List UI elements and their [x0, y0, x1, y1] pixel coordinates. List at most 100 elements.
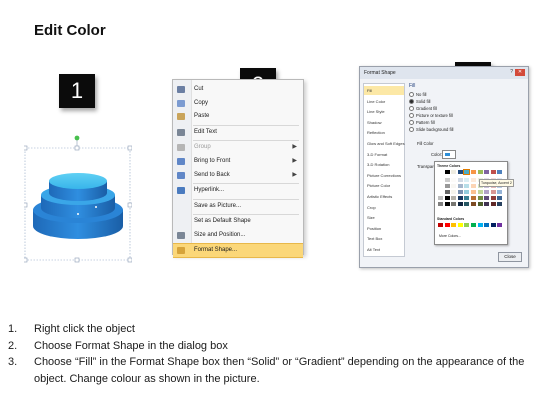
radio-button-icon[interactable]: [409, 106, 414, 112]
color-swatch[interactable]: [463, 169, 471, 175]
color-swatch[interactable]: [444, 170, 450, 174]
standard-color-swatch[interactable]: [477, 223, 483, 227]
sidebar-item-picture-color[interactable]: Picture Color: [364, 181, 404, 190]
color-swatch[interactable]: [497, 196, 503, 200]
color-swatch[interactable]: [464, 190, 470, 194]
color-swatch[interactable]: [471, 184, 476, 188]
color-swatch[interactable]: [484, 170, 490, 174]
color-swatch[interactable]: [451, 190, 457, 194]
sidebar-item-line-color[interactable]: Line Color: [364, 97, 404, 106]
menu-item-format-shape[interactable]: Format Shape...: [173, 242, 303, 258]
standard-color-swatch[interactable]: [484, 223, 490, 227]
standard-color-swatch[interactable]: [444, 223, 450, 227]
color-swatch[interactable]: [457, 178, 463, 182]
menu-item-copy[interactable]: Copy: [173, 97, 303, 110]
radio-button-icon[interactable]: [409, 113, 414, 119]
menu-item-edit-text[interactable]: Edit Text: [173, 126, 303, 139]
menu-item-hyperlink[interactable]: Hyperlink...: [173, 184, 303, 197]
standard-color-swatch[interactable]: [464, 223, 470, 227]
color-swatch[interactable]: [444, 196, 450, 200]
sidebar-item-size[interactable]: Size: [364, 213, 404, 222]
standard-color-swatch[interactable]: [490, 223, 496, 227]
color-swatch[interactable]: [464, 196, 470, 200]
menu-item-save-as-picture[interactable]: Save as Picture...: [173, 200, 303, 213]
help-icon[interactable]: ?: [510, 69, 513, 76]
radio-button-icon[interactable]: [409, 92, 414, 98]
color-swatch[interactable]: [471, 190, 476, 194]
radio-button-icon[interactable]: [409, 127, 414, 133]
sidebar-item-3-d-rotation[interactable]: 3-D Rotation: [364, 160, 404, 169]
color-swatch[interactable]: [464, 184, 470, 188]
color-swatch[interactable]: [477, 196, 483, 200]
radio-gradient-fill[interactable]: Gradient fill: [409, 106, 437, 112]
color-swatch[interactable]: [444, 202, 450, 206]
standard-color-swatch[interactable]: [457, 223, 463, 227]
standard-color-swatch[interactable]: [438, 223, 443, 227]
radio-button-icon[interactable]: [409, 99, 414, 105]
color-swatch[interactable]: [490, 170, 496, 174]
sidebar-item-crop[interactable]: Crop: [364, 203, 404, 212]
color-swatch[interactable]: [438, 178, 443, 182]
color-swatch[interactable]: [451, 170, 457, 174]
color-picker-button[interactable]: [442, 150, 456, 159]
selected-shape[interactable]: [22, 126, 133, 266]
color-swatch[interactable]: [464, 202, 470, 206]
color-swatch[interactable]: [438, 202, 443, 206]
sidebar-item-glow-and-soft-edges[interactable]: Glow and Soft Edges: [364, 139, 405, 148]
sidebar-item-line-style[interactable]: Line Style: [364, 107, 404, 116]
close-icon[interactable]: ✕: [515, 69, 525, 76]
color-swatch[interactable]: [497, 190, 503, 194]
color-swatch[interactable]: [451, 184, 457, 188]
tiered-cylinder-shape[interactable]: [22, 126, 133, 266]
sidebar-item-artistic-effects[interactable]: Artistic Effects: [364, 192, 404, 201]
menu-item-bring-to-front[interactable]: Bring to Front ▶: [173, 155, 303, 168]
sidebar-item-fill[interactable]: Fill: [364, 86, 404, 96]
color-swatch[interactable]: [457, 184, 463, 188]
color-swatch[interactable]: [484, 190, 490, 194]
radio-solid-fill[interactable]: Solid fill: [409, 99, 430, 105]
menu-item-size-and-position[interactable]: Size and Position...: [173, 229, 303, 242]
sidebar-item-3-d-format[interactable]: 3-D Format: [364, 150, 404, 159]
radio-button-icon[interactable]: [409, 120, 414, 126]
color-swatch[interactable]: [477, 190, 483, 194]
radio-no-fill[interactable]: No fill: [409, 92, 426, 98]
close-button[interactable]: Close: [498, 252, 522, 262]
color-swatch[interactable]: [471, 196, 476, 200]
color-swatch[interactable]: [464, 178, 470, 182]
color-swatch[interactable]: [471, 178, 476, 182]
color-swatch[interactable]: [438, 170, 443, 174]
radio-slide-background-fill[interactable]: Slide background fill: [409, 127, 453, 133]
color-swatch[interactable]: [451, 196, 457, 200]
color-swatch[interactable]: [471, 170, 476, 174]
color-swatch[interactable]: [451, 202, 457, 206]
sidebar-item-picture-corrections[interactable]: Picture Corrections: [364, 171, 404, 180]
color-swatch[interactable]: [484, 196, 490, 200]
menu-item-set-as-default-shape[interactable]: Set as Default Shape: [173, 215, 303, 228]
color-swatch[interactable]: [444, 190, 450, 194]
color-swatch[interactable]: [477, 202, 483, 206]
standard-color-swatch[interactable]: [471, 223, 476, 227]
sidebar-item-alt-text[interactable]: Alt Text: [364, 245, 404, 254]
radio-pattern-fill[interactable]: Pattern fill: [409, 120, 435, 126]
sidebar-item-reflection[interactable]: Reflection: [364, 128, 404, 137]
color-swatch[interactable]: [438, 196, 443, 200]
sidebar-item-position[interactable]: Position: [364, 224, 404, 233]
standard-color-swatch[interactable]: [451, 223, 457, 227]
more-colors-link[interactable]: More Colors...: [439, 234, 461, 238]
color-swatch[interactable]: [444, 184, 450, 188]
color-swatch[interactable]: [484, 202, 490, 206]
color-swatch[interactable]: [457, 190, 463, 194]
menu-item-paste[interactable]: Paste: [173, 110, 303, 123]
color-swatch[interactable]: [497, 202, 503, 206]
color-swatch[interactable]: [457, 196, 463, 200]
color-swatch[interactable]: [497, 170, 503, 174]
color-swatch[interactable]: [477, 170, 483, 174]
radio-picture-or-texture-fill[interactable]: Picture or texture fill: [409, 113, 453, 119]
color-swatch[interactable]: [490, 196, 496, 200]
color-swatch[interactable]: [471, 202, 476, 206]
menu-item-send-to-back[interactable]: Send to Back ▶: [173, 169, 303, 182]
color-swatch[interactable]: [490, 190, 496, 194]
color-swatch[interactable]: [438, 190, 443, 194]
color-swatch[interactable]: [444, 178, 450, 182]
color-swatch[interactable]: [490, 202, 496, 206]
